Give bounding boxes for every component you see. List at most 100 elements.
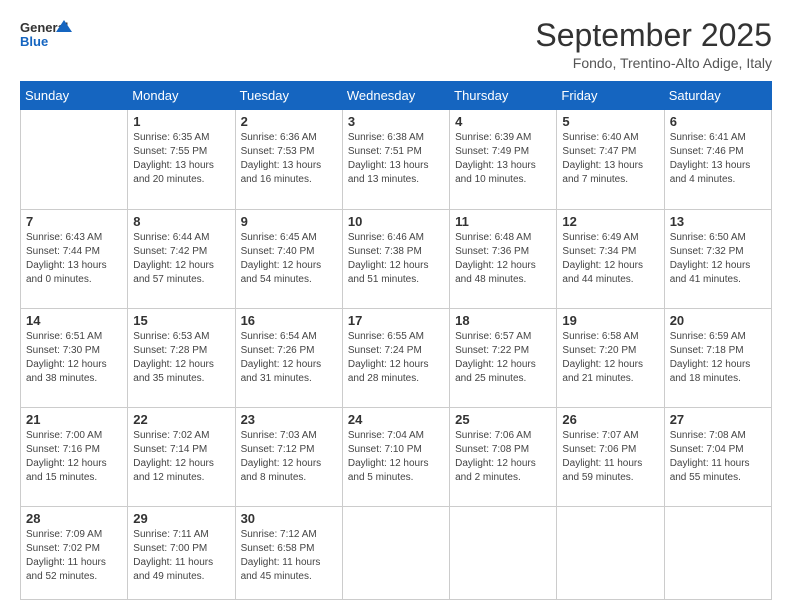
day-info: Sunrise: 7:02 AMSunset: 7:14 PMDaylight:… (133, 429, 229, 485)
header: GeneralBlue September 2025 Fondo, Trenti… (20, 18, 772, 71)
col-header-wednesday: Wednesday (342, 82, 449, 110)
cell-w0-d0 (21, 110, 128, 209)
day-info: Sunrise: 6:36 AMSunset: 7:53 PMDaylight:… (241, 131, 337, 187)
day-info: Sunrise: 6:55 AMSunset: 7:24 PMDaylight:… (348, 330, 444, 386)
day-info: Sunrise: 6:38 AMSunset: 7:51 PMDaylight:… (348, 131, 444, 187)
cell-w3-d3: 24 Sunrise: 7:04 AMSunset: 7:10 PMDayligh… (342, 408, 449, 507)
day-number: 25 (455, 412, 551, 427)
day-number: 11 (455, 214, 551, 229)
cell-w0-d6: 6 Sunrise: 6:41 AMSunset: 7:46 PMDaylight… (664, 110, 771, 209)
calendar-table: SundayMondayTuesdayWednesdayThursdayFrid… (20, 81, 772, 600)
cell-w3-d5: 26 Sunrise: 7:07 AMSunset: 7:06 PMDayligh… (557, 408, 664, 507)
day-number: 27 (670, 412, 766, 427)
cell-w1-d5: 12Sunrise: 6:49 AMSunset: 7:34 PMDayligh… (557, 209, 664, 308)
day-number: 6 (670, 114, 766, 129)
col-header-friday: Friday (557, 82, 664, 110)
cell-w0-d2: 2 Sunrise: 6:36 AMSunset: 7:53 PMDaylight… (235, 110, 342, 209)
day-info: Sunrise: 7:08 AMSunset: 7:04 PMDaylight:… (670, 429, 766, 485)
cell-w4-d6 (664, 507, 771, 600)
day-number: 19 (562, 313, 658, 328)
day-number: 24 (348, 412, 444, 427)
cell-w3-d6: 27 Sunrise: 7:08 AMSunset: 7:04 PMDayligh… (664, 408, 771, 507)
day-info: Sunrise: 6:40 AMSunset: 7:47 PMDaylight:… (562, 131, 658, 187)
day-number: 3 (348, 114, 444, 129)
day-info: Sunrise: 6:43 AMSunset: 7:44 PMDaylight:… (26, 231, 122, 287)
day-info: Sunrise: 6:49 AMSunset: 7:34 PMDaylight:… (562, 231, 658, 287)
cell-w1-d2: 9 Sunrise: 6:45 AMSunset: 7:40 PMDaylight… (235, 209, 342, 308)
day-number: 22 (133, 412, 229, 427)
col-header-sunday: Sunday (21, 82, 128, 110)
cell-w2-d2: 16 Sunrise: 6:54 AMSunset: 7:26 PMDayligh… (235, 308, 342, 407)
day-info: Sunrise: 7:06 AMSunset: 7:08 PMDaylight:… (455, 429, 551, 485)
day-info: Sunrise: 6:53 AMSunset: 7:28 PMDaylight:… (133, 330, 229, 386)
cell-w3-d4: 25 Sunrise: 7:06 AMSunset: 7:08 PMDayligh… (450, 408, 557, 507)
day-info: Sunrise: 7:03 AMSunset: 7:12 PMDaylight:… (241, 429, 337, 485)
day-number: 17 (348, 313, 444, 328)
cell-w0-d1: 1 Sunrise: 6:35 AMSunset: 7:55 PMDaylight… (128, 110, 235, 209)
day-number: 5 (562, 114, 658, 129)
day-info: Sunrise: 6:54 AMSunset: 7:26 PMDaylight:… (241, 330, 337, 386)
svg-text:Blue: Blue (20, 34, 48, 49)
col-header-monday: Monday (128, 82, 235, 110)
cell-w3-d2: 23 Sunrise: 7:03 AMSunset: 7:12 PMDayligh… (235, 408, 342, 507)
day-number: 1 (133, 114, 229, 129)
day-number: 9 (241, 214, 337, 229)
col-header-tuesday: Tuesday (235, 82, 342, 110)
day-info: Sunrise: 7:11 AMSunset: 7:00 PMDaylight:… (133, 528, 229, 584)
cell-w3-d1: 22 Sunrise: 7:02 AMSunset: 7:14 PMDayligh… (128, 408, 235, 507)
day-number: 8 (133, 214, 229, 229)
day-info: Sunrise: 6:46 AMSunset: 7:38 PMDaylight:… (348, 231, 444, 287)
day-number: 2 (241, 114, 337, 129)
cell-w4-d1: 29 Sunrise: 7:11 AMSunset: 7:00 PMDayligh… (128, 507, 235, 600)
cell-w1-d4: 11 Sunrise: 6:48 AMSunset: 7:36 PMDayligh… (450, 209, 557, 308)
day-info: Sunrise: 7:04 AMSunset: 7:10 PMDaylight:… (348, 429, 444, 485)
logo-svg: GeneralBlue (20, 18, 72, 52)
page: GeneralBlue September 2025 Fondo, Trenti… (0, 0, 792, 612)
cell-w4-d0: 28Sunrise: 7:09 AMSunset: 7:02 PMDayligh… (21, 507, 128, 600)
day-number: 30 (241, 511, 337, 526)
logo: GeneralBlue (20, 18, 72, 52)
day-info: Sunrise: 6:45 AMSunset: 7:40 PMDaylight:… (241, 231, 337, 287)
cell-w2-d4: 18 Sunrise: 6:57 AMSunset: 7:22 PMDayligh… (450, 308, 557, 407)
cell-w2-d5: 19Sunrise: 6:58 AMSunset: 7:20 PMDayligh… (557, 308, 664, 407)
cell-w4-d2: 30Sunrise: 7:12 AMSunset: 6:58 PMDayligh… (235, 507, 342, 600)
cell-w1-d6: 13Sunrise: 6:50 AMSunset: 7:32 PMDayligh… (664, 209, 771, 308)
main-title: September 2025 (535, 18, 772, 53)
cell-w4-d5 (557, 507, 664, 600)
cell-w0-d5: 5 Sunrise: 6:40 AMSunset: 7:47 PMDaylight… (557, 110, 664, 209)
cell-w2-d6: 20 Sunrise: 6:59 AMSunset: 7:18 PMDayligh… (664, 308, 771, 407)
cell-w1-d3: 10Sunrise: 6:46 AMSunset: 7:38 PMDayligh… (342, 209, 449, 308)
day-info: Sunrise: 6:35 AMSunset: 7:55 PMDaylight:… (133, 131, 229, 187)
cell-w2-d3: 17 Sunrise: 6:55 AMSunset: 7:24 PMDayligh… (342, 308, 449, 407)
day-info: Sunrise: 6:41 AMSunset: 7:46 PMDaylight:… (670, 131, 766, 187)
cell-w1-d1: 8 Sunrise: 6:44 AMSunset: 7:42 PMDaylight… (128, 209, 235, 308)
day-info: Sunrise: 6:48 AMSunset: 7:36 PMDaylight:… (455, 231, 551, 287)
day-info: Sunrise: 6:59 AMSunset: 7:18 PMDaylight:… (670, 330, 766, 386)
day-info: Sunrise: 6:57 AMSunset: 7:22 PMDaylight:… (455, 330, 551, 386)
cell-w0-d4: 4Sunrise: 6:39 AMSunset: 7:49 PMDaylight… (450, 110, 557, 209)
cell-w0-d3: 3 Sunrise: 6:38 AMSunset: 7:51 PMDaylight… (342, 110, 449, 209)
day-number: 7 (26, 214, 122, 229)
col-header-saturday: Saturday (664, 82, 771, 110)
day-number: 29 (133, 511, 229, 526)
subtitle: Fondo, Trentino-Alto Adige, Italy (535, 55, 772, 71)
day-info: Sunrise: 6:44 AMSunset: 7:42 PMDaylight:… (133, 231, 229, 287)
day-number: 16 (241, 313, 337, 328)
day-number: 20 (670, 313, 766, 328)
col-header-thursday: Thursday (450, 82, 557, 110)
day-info: Sunrise: 6:50 AMSunset: 7:32 PMDaylight:… (670, 231, 766, 287)
day-number: 23 (241, 412, 337, 427)
day-info: Sunrise: 6:39 AMSunset: 7:49 PMDaylight:… (455, 131, 551, 187)
day-number: 21 (26, 412, 122, 427)
cell-w4-d3 (342, 507, 449, 600)
title-block: September 2025 Fondo, Trentino-Alto Adig… (535, 18, 772, 71)
day-info: Sunrise: 7:00 AMSunset: 7:16 PMDaylight:… (26, 429, 122, 485)
day-number: 14 (26, 313, 122, 328)
day-info: Sunrise: 7:07 AMSunset: 7:06 PMDaylight:… (562, 429, 658, 485)
cell-w3-d0: 21 Sunrise: 7:00 AMSunset: 7:16 PMDayligh… (21, 408, 128, 507)
day-number: 26 (562, 412, 658, 427)
day-info: Sunrise: 6:51 AMSunset: 7:30 PMDaylight:… (26, 330, 122, 386)
cell-w2-d1: 15Sunrise: 6:53 AMSunset: 7:28 PMDayligh… (128, 308, 235, 407)
day-number: 18 (455, 313, 551, 328)
day-number: 28 (26, 511, 122, 526)
